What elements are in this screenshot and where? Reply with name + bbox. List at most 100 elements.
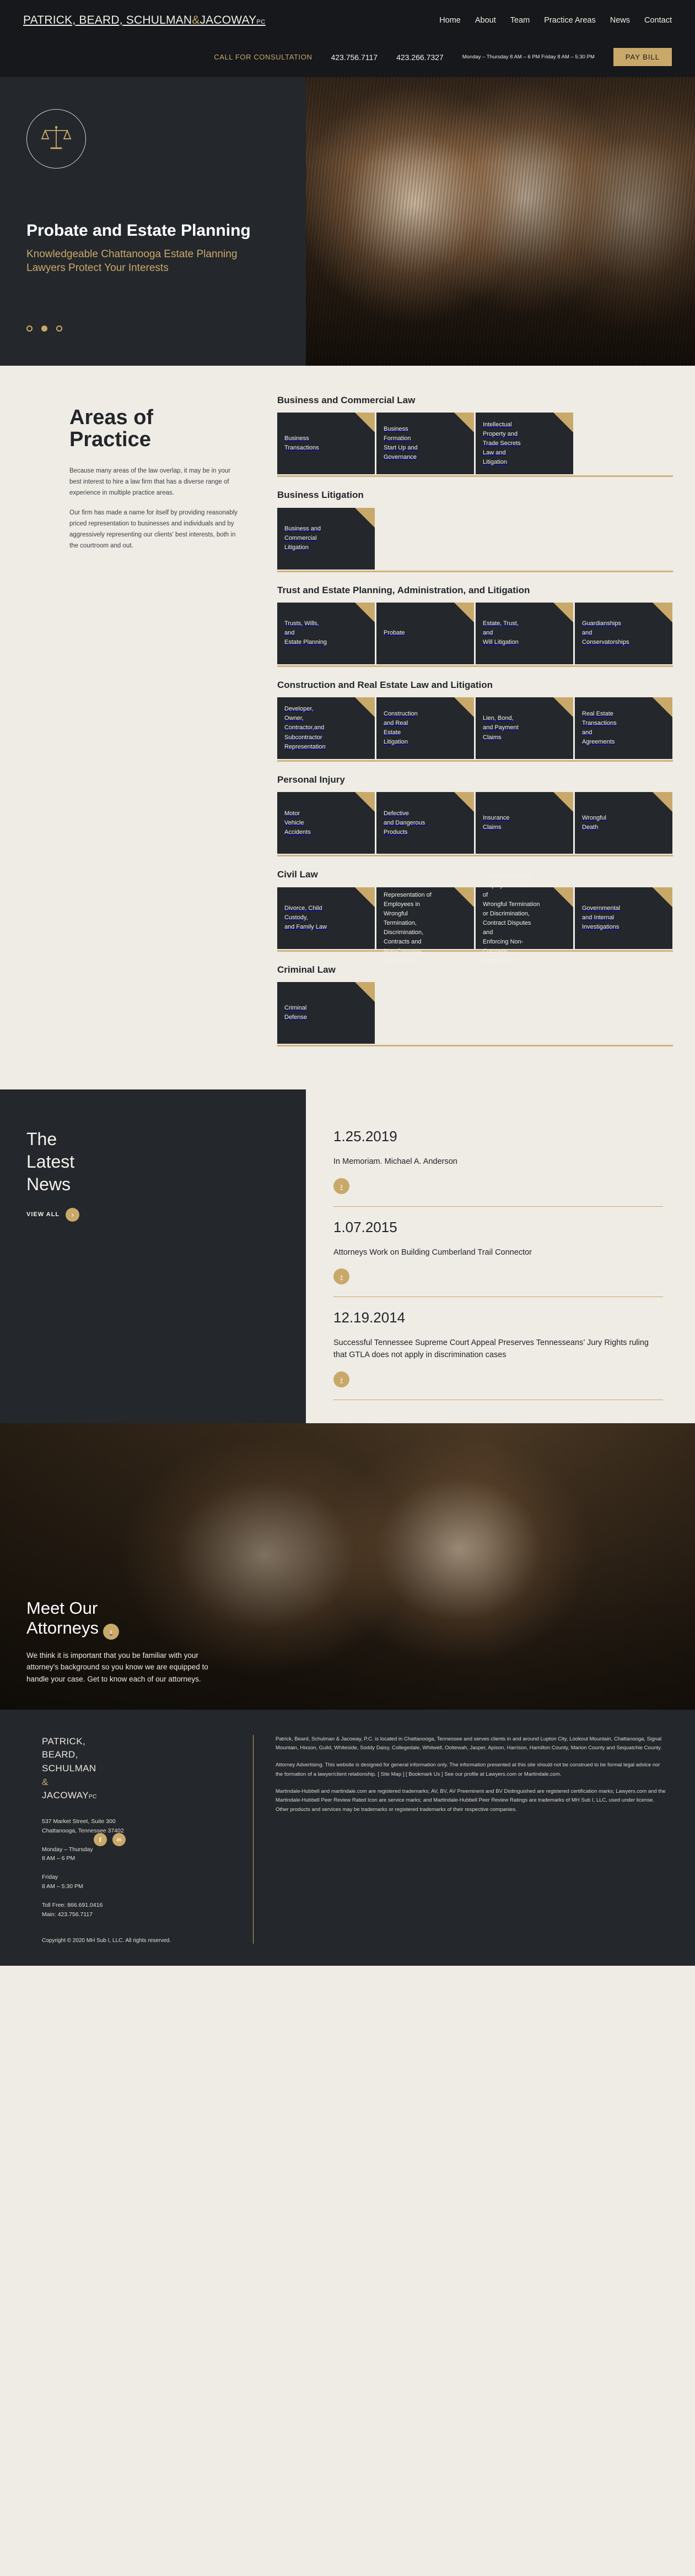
practice-card[interactable]: Developer, Owner, Contractor,and Subcont… [277, 697, 375, 759]
practice-card[interactable]: Business Formation Start Up and Governan… [376, 413, 475, 475]
linkedin-icon[interactable]: in [112, 1833, 126, 1847]
practice-group: Personal Injury Motor Vehicle Accidents … [277, 774, 673, 857]
meet-attorneys-button[interactable]: › [103, 1623, 119, 1640]
site-footer: PATRICK, BEARD, SCHULMAN & JACOWAYPC 537… [0, 1709, 695, 1966]
news-read-more-button[interactable]: › [333, 1371, 349, 1387]
practice-card-label: Trusts, Wills, and Estate Planning [284, 620, 327, 646]
hero-image-attorneys-at-table [306, 77, 695, 366]
office-hours-text: Monday – Thursday 8 AM – 6 PM Friday 8 A… [462, 53, 595, 60]
corner-fold-icon [355, 887, 375, 907]
news-read-more-button[interactable]: › [333, 1178, 349, 1194]
practice-card[interactable]: Lien, Bond, and Payment Claims [476, 697, 574, 759]
news-list-item: 1.07.2015 Attorneys Work on Building Cum… [333, 1219, 663, 1310]
pay-bill-button[interactable]: PAY BILL [613, 48, 672, 66]
practice-card[interactable]: Representation of Employers in Claims of… [476, 873, 574, 964]
nav-item-contact[interactable]: Contact [644, 16, 672, 25]
practice-card[interactable]: Criminal Defense [277, 981, 375, 1044]
group-divider [277, 665, 673, 667]
practice-card-label: Divorce, Child Custody, and Family Law [284, 904, 327, 931]
hero-slider-dots [26, 326, 62, 332]
phone-primary-link[interactable]: 423.756.7117 [331, 53, 378, 62]
practice-card-label: Business Formation Start Up and Governan… [384, 426, 418, 461]
nav-item-team[interactable]: Team [510, 16, 530, 25]
nav-item-practice-areas[interactable]: Practice Areas [544, 16, 596, 25]
logo-ampersand: & [192, 14, 200, 26]
practice-card-row: Developer, Owner, Contractor,and Subcont… [277, 697, 673, 759]
practice-card[interactable]: Guardianships and Conservatorships [575, 602, 673, 664]
practice-card-row: Motor Vehicle Accidents Defective and Da… [277, 792, 673, 854]
areas-of-practice-section: Areas of Practice Because many areas of … [0, 366, 695, 1089]
practice-groups: Business and Commercial Law Business Tra… [277, 394, 695, 1059]
latest-news-section: The Latest News VIEW ALL › 1.25.2019 In … [0, 1089, 695, 1423]
main-navigation: Home About Team Practice Areas News Cont… [439, 16, 672, 25]
practice-card[interactable]: Construction and Real Estate Litigation [376, 697, 475, 759]
footer-logo-line-1: PATRICK, [42, 1736, 86, 1747]
corner-fold-icon [355, 981, 375, 1002]
footer-hours-friday: Friday 8 AM – 5:30 PM [42, 1874, 83, 1890]
group-divider [277, 1044, 673, 1046]
practice-card[interactable]: Intellectual Property and Trade Secrets … [476, 413, 574, 475]
footer-logo-suffix: PC [88, 1794, 97, 1801]
scales-of-justice-icon [26, 109, 86, 169]
nav-item-news[interactable]: News [610, 16, 630, 25]
practice-card-label: Guardianships and Conservatorships [582, 620, 629, 646]
practice-card[interactable]: Trusts, Wills, and Estate Planning [277, 602, 375, 664]
hero-slider-dot-2[interactable] [41, 326, 47, 332]
practice-group: Criminal Law Criminal Defense [277, 964, 673, 1046]
corner-fold-icon [454, 792, 474, 812]
practice-card[interactable]: Representation of Employees in Wrongful … [376, 887, 475, 964]
practice-group-heading: Criminal Law [277, 964, 336, 975]
footer-social-links: f in [94, 1833, 669, 1847]
practice-group-heading: Business Litigation [277, 490, 364, 501]
corner-fold-icon [653, 697, 672, 717]
hero-title: Probate and Estate Planning [26, 221, 251, 240]
hero-slider-dot-3[interactable] [56, 326, 62, 332]
logo-text-part1: PATRICK, BEARD, SCHULMAN [23, 14, 192, 26]
chevron-right-icon: › [103, 1623, 119, 1640]
news-list: 1.25.2019 In Memoriam. Michael A. Anders… [306, 1089, 695, 1423]
practice-card[interactable]: Real Estate Transactions and Agreements [575, 697, 673, 759]
practice-card[interactable]: Estate, Trust, and Will Litigation [476, 602, 574, 664]
practice-group-heading: Personal Injury [277, 774, 345, 785]
practice-card-label: Estate, Trust, and Will Litigation [483, 620, 519, 646]
practice-card[interactable]: Divorce, Child Custody, and Family Law [277, 887, 375, 949]
practice-card[interactable]: Insurance Claims [476, 792, 574, 854]
footer-logo-line-3: SCHULMAN [42, 1763, 96, 1774]
footer-legal-column: Patrick, Beard, Schulman & Jacoway, P.C.… [94, 1735, 669, 1944]
practice-card-row: Business and Commercial Litigation [277, 507, 673, 570]
chevron-right-icon: › [66, 1207, 80, 1222]
group-divider [277, 855, 673, 857]
contact-bar: CALL FOR CONSULTATION 423.756.7117 423.2… [0, 41, 695, 77]
practice-card[interactable]: Governmental and Internal Investigations [575, 887, 673, 949]
practice-group: Business and Commercial Law Business Tra… [277, 394, 673, 478]
phone-secondary-link[interactable]: 423.266.7327 [396, 53, 444, 62]
practice-card[interactable]: Business Transactions [277, 413, 375, 475]
practice-group: Trust and Estate Planning, Administratio… [277, 584, 673, 667]
site-logo[interactable]: PATRICK, BEARD, SCHULMAN&JACOWAYPC [23, 14, 266, 27]
news-title: In Memoriam. Michael A. Anderson [333, 1157, 457, 1166]
practice-group-heading: Construction and Real Estate Law and Lit… [277, 679, 493, 690]
practice-card-label: Defective and Dangerous Products [384, 810, 425, 836]
practice-card[interactable]: Business and Commercial Litigation [277, 507, 375, 570]
practice-card[interactable]: Probate [376, 602, 475, 664]
practice-card-row: Criminal Defense [277, 981, 673, 1044]
corner-fold-icon [355, 697, 375, 717]
practice-card[interactable]: Motor Vehicle Accidents [277, 792, 375, 854]
news-read-more-button[interactable]: › [333, 1268, 349, 1285]
hero-content-panel: Probate and Estate Planning Knowledgeabl… [0, 77, 306, 366]
facebook-icon[interactable]: f [94, 1833, 107, 1847]
group-divider [277, 570, 673, 572]
nav-item-about[interactable]: About [475, 16, 496, 25]
practice-card[interactable]: Wrongful Death [575, 792, 673, 854]
corner-fold-icon [653, 792, 672, 812]
attorneys-content: Meet Our Attorneys › We think it is impor… [0, 1423, 231, 1685]
practice-card[interactable]: Defective and Dangerous Products [376, 792, 475, 854]
call-for-consultation-label: CALL FOR CONSULTATION [214, 53, 313, 61]
footer-logo-ampersand: & [42, 1776, 49, 1787]
practice-card-label: Insurance Claims [483, 815, 510, 831]
nav-item-home[interactable]: Home [439, 16, 461, 25]
practice-card-label: Developer, Owner, Contractor,and Subcont… [284, 706, 326, 750]
view-all-news-button[interactable]: VIEW ALL › [26, 1207, 279, 1222]
hero-slider-dot-1[interactable] [26, 326, 33, 332]
footer-copyright: Copyright © 2020 MH Sub I, LLC. All righ… [42, 1938, 171, 1944]
